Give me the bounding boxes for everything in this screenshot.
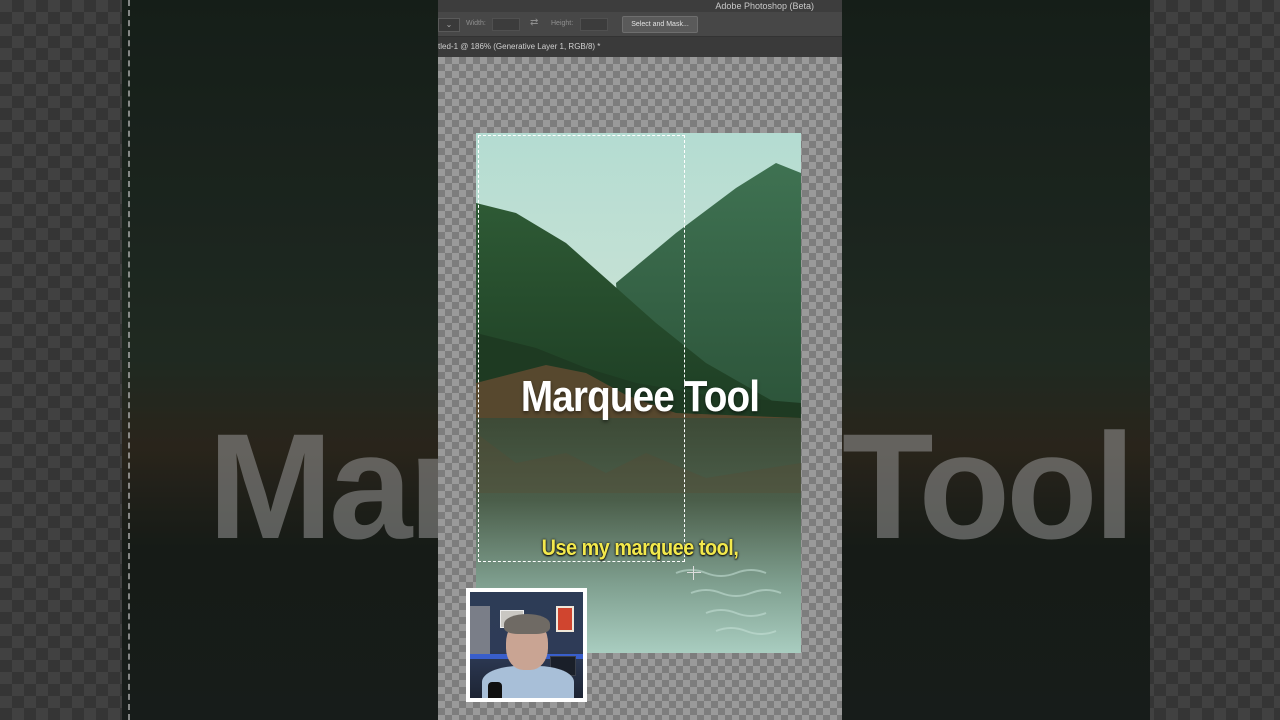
webcam-overlay [466,588,587,702]
height-field[interactable] [580,18,608,31]
crosshair-cursor-icon [687,566,701,580]
title-bar: Adobe Photoshop (Beta) [438,0,842,12]
options-bar: ⌄ Width: ⇄ Height: Select and Mask... [438,12,842,37]
background-word-right: Tool [842,402,1135,570]
dim-overlay-left [0,0,438,720]
dim-overlay-right [842,0,1280,720]
background-word-left: Mar [208,402,438,570]
webcam-shelf [470,606,490,654]
width-field[interactable] [492,18,520,31]
background-right-blur: Tool [842,0,1280,720]
height-label: Height: [551,20,574,27]
app-title: Adobe Photoshop (Beta) [715,1,814,11]
presenter-hair [504,614,550,634]
document-tab[interactable]: tled-1 @ 186% (Generative Layer 1, RGB/8… [438,37,842,57]
wall-frame-right [556,606,574,632]
width-label: Width: [466,20,486,27]
background-left-blur: Mar [0,0,438,720]
webcam-feed [470,592,583,698]
select-and-mask-button[interactable]: Select and Mask... [622,16,698,33]
document-title: tled-1 @ 186% (Generative Layer 1, RGB/8… [438,42,601,51]
marquee-selection[interactable] [478,135,685,562]
marquee-edge-left [128,0,130,720]
headline-overlay: Marquee Tool [520,372,760,421]
photoshop-window: Adobe Photoshop (Beta) ⌄ Width: ⇄ Height… [438,0,842,720]
caption-subtitle: Use my marquee tool, [541,535,739,560]
swap-arrows-icon[interactable]: ⇄ [530,17,538,28]
style-dropdown[interactable]: ⌄ [438,18,460,32]
microphone-icon [488,682,502,698]
chevron-down-icon: ⌄ [445,20,453,29]
